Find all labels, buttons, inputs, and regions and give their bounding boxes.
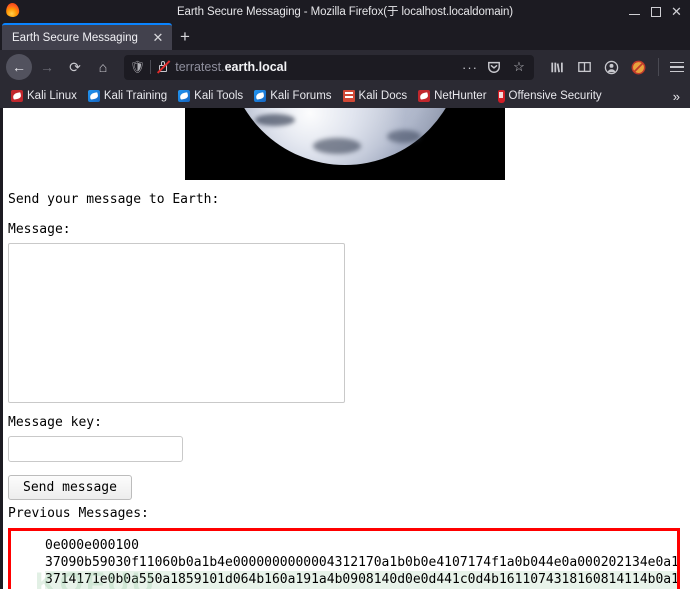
hamburger-menu-icon[interactable] <box>670 61 684 73</box>
bookmark-label: Kali Docs <box>358 90 408 102</box>
message-key-input[interactable] <box>8 436 183 463</box>
bookmark-offensive-security[interactable]: Offensive Security <box>493 88 607 105</box>
bookmark-star-icon[interactable]: ☆ <box>510 58 528 76</box>
bookmark-label: NetHunter <box>434 90 487 102</box>
tab-strip: Earth Secure Messaging ✕ + <box>0 22 690 50</box>
bookmark-kali-linux[interactable]: Kali Linux <box>6 88 82 104</box>
bookmark-kali-training[interactable]: Kali Training <box>83 88 172 104</box>
url-domain: earth.local <box>224 60 288 74</box>
bookmark-label: Kali Linux <box>27 90 77 102</box>
navigation-toolbar: ← → ⟳ ⌂ 🛡 terratest.earth.local ··· ☆ <box>0 50 690 84</box>
kali-blue-icon <box>254 90 267 102</box>
bookmark-label: Offensive Security <box>508 90 602 102</box>
reload-icon[interactable]: ⟳ <box>62 54 88 80</box>
url-text: terratest.earth.local <box>175 60 287 74</box>
tracking-blocked-icon[interactable] <box>629 58 647 76</box>
list-item: 0e000e000100 <box>45 537 677 554</box>
close-tab-icon[interactable]: ✕ <box>150 31 166 44</box>
list-item: 3714171e0b0a550a1859101d064b160a191a4b09… <box>45 570 677 589</box>
offensive-security-icon <box>497 89 505 103</box>
close-window-button[interactable]: ✕ <box>671 5 682 18</box>
divider <box>150 60 152 74</box>
toolbar-right-icons <box>542 58 684 76</box>
tab-earth-secure-messaging[interactable]: Earth Secure Messaging ✕ <box>2 23 172 50</box>
earth-from-space-image <box>185 108 505 180</box>
page-viewport: Send your message to Earth: Message: Mes… <box>0 108 690 589</box>
insecure-lock-icon[interactable] <box>156 60 171 74</box>
window-title: Earth Secure Messaging - Mozilla Firefox… <box>176 6 514 18</box>
maximize-button[interactable] <box>650 6 661 17</box>
account-icon[interactable] <box>602 58 620 76</box>
tab-title: Earth Secure Messaging <box>12 31 138 44</box>
bookmark-kali-docs[interactable]: Kali Docs <box>338 88 413 104</box>
minimize-button[interactable] <box>629 6 640 17</box>
title-bar: Earth Secure Messaging - Mozilla Firefox… <box>0 0 690 22</box>
message-key-label: Message key: <box>8 415 102 431</box>
home-icon[interactable]: ⌂ <box>90 54 116 80</box>
bookmark-kali-forums[interactable]: Kali Forums <box>249 88 336 104</box>
bookmark-nethunter[interactable]: NetHunter <box>413 88 491 104</box>
url-prefix: terratest. <box>175 60 225 74</box>
forward-arrow-icon[interactable]: → <box>34 54 60 80</box>
bookmarks-toolbar: Kali Linux Kali Training Kali Tools Kali… <box>0 84 690 108</box>
page-heading: Send your message to Earth: <box>8 192 220 207</box>
url-bar[interactable]: 🛡 terratest.earth.local ··· ☆ <box>124 54 534 80</box>
earth-banner <box>8 108 682 180</box>
kali-blue-icon <box>178 90 191 102</box>
previous-messages-list: 0e000e000100 37090b59030f11060b0a1b4e000… <box>11 537 677 589</box>
message-input[interactable] <box>8 243 345 404</box>
firefox-window: Earth Secure Messaging - Mozilla Firefox… <box>0 0 690 589</box>
bookmarks-overflow-icon[interactable]: » <box>673 89 684 104</box>
page-content: Send your message to Earth: Message: Mes… <box>0 108 690 589</box>
page-actions-icon[interactable]: ··· <box>462 61 478 74</box>
bookmark-label: Kali Training <box>103 90 168 102</box>
send-message-button[interactable]: Send message <box>8 475 132 501</box>
previous-messages-box: KOFUU 0e000e000100 37090b59030f11060b0a1… <box>8 527 680 589</box>
kali-dragon-icon <box>418 90 431 102</box>
shield-icon[interactable]: 🛡 <box>130 61 145 73</box>
previous-messages-label: Previous Messages: <box>8 506 149 522</box>
kali-blue-icon <box>87 90 100 102</box>
library-icon[interactable] <box>548 58 566 76</box>
new-tab-button[interactable]: + <box>172 23 198 50</box>
sidebar-icon[interactable] <box>575 58 593 76</box>
divider <box>658 58 659 76</box>
bookmark-kali-tools[interactable]: Kali Tools <box>173 88 248 104</box>
kali-docs-icon <box>342 90 355 102</box>
window-controls: ✕ <box>629 0 686 22</box>
message-label: Message: <box>8 222 71 238</box>
bookmark-label: Kali Forums <box>270 90 332 102</box>
list-item: 37090b59030f11060b0a1b4e0000000000004312… <box>45 554 677 571</box>
kali-dragon-icon <box>11 90 23 102</box>
pocket-icon[interactable] <box>485 58 503 76</box>
back-arrow-icon[interactable]: ← <box>6 54 32 80</box>
bookmark-label: Kali Tools <box>194 90 244 102</box>
